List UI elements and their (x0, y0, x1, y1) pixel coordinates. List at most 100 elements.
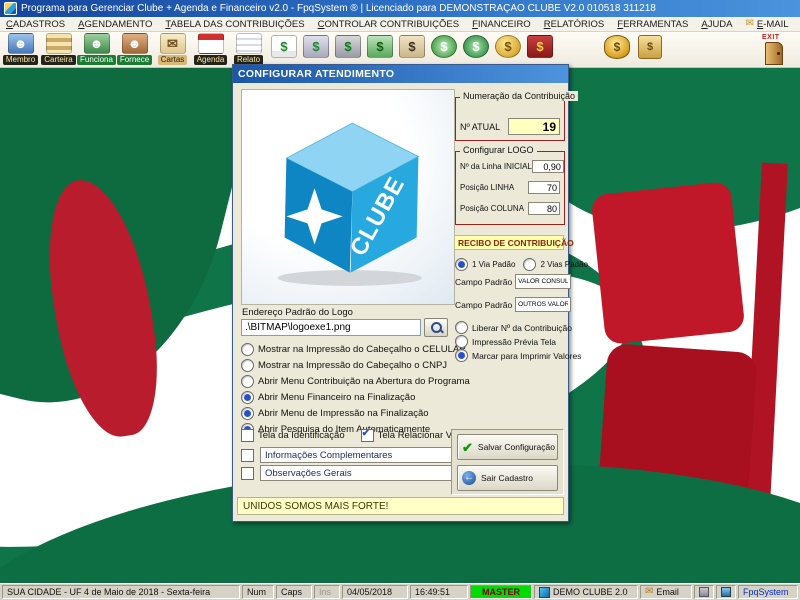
option-menu-financeiro[interactable]: Abrir Menu Financeiro na Finalização (241, 391, 470, 404)
toolbar-funcionario-button[interactable]: ☻ Funciona (77, 33, 116, 65)
option-menu-contribuicao[interactable]: Abrir Menu Contribuição na Abertura do P… (241, 375, 470, 388)
checkbox-icon[interactable] (360, 428, 374, 442)
option-2-vias[interactable]: 2 Vias Padão (523, 258, 588, 271)
save-config-button[interactable]: ✔ Salvar Configuração (457, 434, 558, 460)
recibo-header: RECIBO DE CONTRIBUIÇÃO (454, 235, 574, 250)
menu-email-label: E-MAIL (756, 18, 789, 30)
observacoes-gerais-row: Observações Gerais (241, 465, 458, 481)
toolbar-cartas-label: Cartas (157, 55, 188, 65)
money-scroll-icon[interactable]: $ (638, 35, 662, 59)
menu-financeiro[interactable]: FINANCEIRO (472, 19, 531, 30)
exit-label: EXIT (762, 34, 780, 41)
dialog-titlebar[interactable]: CONFIGURAR ATENDIMENTO (233, 65, 568, 83)
check-tela-identificacao[interactable]: Tela da Identificação (241, 429, 345, 442)
checkbox-icon[interactable] (241, 466, 254, 480)
radio-icon[interactable] (455, 258, 468, 271)
option-marcar-imprimir[interactable]: Marcar para Imprimir Valores (455, 349, 581, 362)
menu-email[interactable]: ✉ E-MAIL (746, 19, 789, 30)
toolbar-membro-button[interactable]: ☻ Membro (2, 33, 39, 65)
option-celular[interactable]: Mostrar na Impressão do Cabeçalho o CELU… (241, 343, 470, 356)
radio-icon[interactable] (241, 391, 254, 404)
radio-icon[interactable] (455, 321, 468, 334)
menu-ajuda[interactable]: AJUDA (701, 19, 732, 30)
linha-inicial-row: Nº da Linha INICIAL (460, 160, 564, 173)
app-icon (4, 2, 17, 15)
toolbar-agenda-label: Agenda (193, 55, 228, 65)
statusbar: SUA CIDADE - UF 4 de Maio de 2018 - Sext… (0, 583, 800, 600)
linha-inicial-input[interactable] (531, 160, 564, 173)
gold-coin-dollar-icon[interactable]: $ (495, 35, 521, 58)
numero-atual-label: Nº ATUAL (460, 121, 501, 132)
radio-icon[interactable] (241, 375, 254, 388)
search-logo-button[interactable] (424, 318, 448, 337)
gold-coin-stack-icon[interactable]: $ (604, 35, 630, 59)
green-dollar-coin2-icon[interactable]: $ (463, 35, 489, 58)
menu-relatorios[interactable]: RELATÓRIOS (544, 19, 605, 30)
member-icon: ☻ (7, 33, 34, 54)
exit-application-button[interactable]: EXIT (760, 34, 790, 65)
checkbox-icon[interactable] (241, 448, 254, 462)
toolbar-fornecedor-button[interactable]: ☻ Fornece (116, 33, 153, 65)
radio-icon[interactable] (241, 343, 254, 356)
calculator-dollar-icon[interactable]: $ (399, 35, 425, 58)
menu-cadastros[interactable]: CADASTROS (6, 19, 65, 30)
option-cnpj[interactable]: Mostrar na Impressão do Cabeçalho o CNPJ (241, 359, 470, 372)
logo-path-input[interactable] (241, 319, 421, 336)
toolbar-right-group: $ $ EXIT (604, 33, 798, 65)
ledger-dollar-icon[interactable]: $ (527, 35, 553, 58)
exit-cadastro-button[interactable]: ← Sair Cadastro (457, 465, 558, 491)
status-insert: Ins (314, 585, 340, 599)
checkbox-icon[interactable] (241, 429, 254, 442)
green-dollar-coin-icon[interactable]: $ (431, 35, 457, 58)
options-list: Mostrar na Impressão do Cabeçalho o CELU… (241, 343, 470, 439)
status-location: SUA CIDADE - UF 4 de Maio de 2018 - Sext… (2, 585, 240, 599)
status-monitor[interactable] (716, 585, 736, 599)
logo-path-label: Endereço Padrão do Logo (242, 307, 353, 318)
radio-icon[interactable] (241, 407, 254, 420)
option-menu-impressao[interactable]: Abrir Menu de Impressão na Finalização (241, 407, 470, 420)
radio-icon[interactable] (523, 258, 537, 271)
numero-atual-input[interactable] (508, 118, 560, 135)
toolbar-agenda-button[interactable]: Agenda (192, 33, 229, 65)
option-impressao-previa[interactable]: Impressão Prévia Tela (455, 335, 556, 348)
observacoes-gerais-field[interactable]: Observações Gerais (260, 465, 458, 481)
clube-cube-logo: CLUBE (277, 122, 422, 286)
invoice-dollar-icon[interactable]: $ (271, 35, 297, 58)
informacoes-complementares-field[interactable]: Informações Complementares (260, 447, 458, 463)
posicao-linha-input[interactable] (528, 181, 560, 194)
cash-register-icon[interactable]: $ (335, 35, 361, 58)
option-liberar-numero[interactable]: Liberar Nº da Contribuição (455, 321, 572, 334)
status-app: DEMO CLUBE 2.0 (534, 585, 638, 599)
posicao-linha-row: Posição LINHA (460, 181, 560, 194)
radio-icon[interactable] (455, 335, 468, 348)
configurar-atendimento-dialog: CONFIGURAR ATENDIMENTO CLUBE Endereço Pa… (232, 64, 588, 522)
mail-icon: ✉ (745, 18, 754, 29)
tela-checks-row: Tela da Identificação Tela Relacionar Va… (241, 428, 477, 445)
radio-icon[interactable] (455, 349, 468, 362)
banknote-icon[interactable]: $ (367, 35, 393, 58)
via-options-row: 1 Via Padão 2 Vias Padão (455, 258, 588, 274)
option-1-via[interactable]: 1 Via Padão (455, 258, 515, 271)
menu-controlar-contribuicoes[interactable]: CONTROLAR CONTRIBUIÇÕES (318, 19, 459, 30)
status-brand: FpqSystem (738, 585, 798, 599)
status-date: 04/05/2018 (342, 585, 408, 599)
toolbar-carteira-button[interactable]: Carteira (40, 33, 77, 65)
posicao-coluna-input[interactable] (528, 202, 560, 215)
monitor-icon (721, 587, 731, 597)
toolbar-relatorio-button[interactable]: Relato (230, 33, 267, 65)
toolbar-cartas-button[interactable]: ✉ Cartas (154, 33, 191, 65)
menu-ferramentas[interactable]: FERRAMENTAS (617, 19, 688, 30)
calendar-icon (197, 33, 224, 54)
menu-tabela-contribuicoes[interactable]: TABELA DAS CONTRIBUIÇÕES (165, 19, 304, 30)
status-email[interactable]: ✉ Email (640, 585, 692, 599)
employee-icon: ☻ (83, 33, 110, 54)
menu-agendamento[interactable]: AGENDAMENTO (78, 19, 152, 30)
campo-padrao-input-2[interactable] (515, 297, 572, 312)
status-printer[interactable] (694, 585, 714, 599)
mini-mail-icon: ✉ (645, 586, 654, 597)
numeracao-group-title: Numeração da Contribuição (460, 91, 579, 101)
supplier-icon: ☻ (121, 33, 148, 54)
printer-dollar-icon[interactable]: $ (303, 35, 329, 58)
campo-padrao-input-1[interactable] (515, 274, 572, 289)
radio-icon[interactable] (241, 359, 254, 372)
